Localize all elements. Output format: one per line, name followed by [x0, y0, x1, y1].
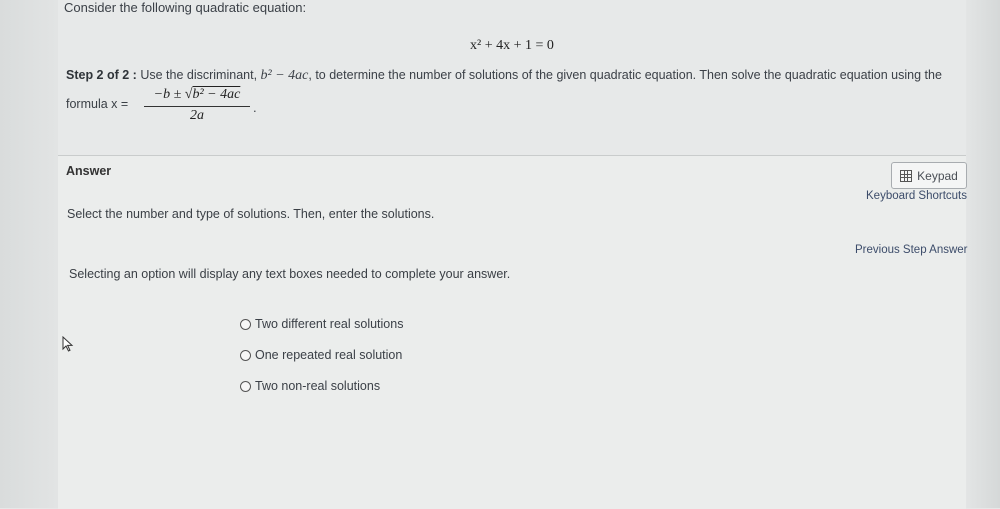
left-margin	[0, 0, 59, 508]
option-one-repeated[interactable]: One repeated real solution	[240, 348, 402, 362]
keypad-icon	[900, 169, 913, 182]
option-label: Two non-real solutions	[255, 379, 381, 393]
quadratic-formula: −b ± √b² − 4ac 2a	[142, 87, 252, 125]
quadratic-equation: x² + 4x + 1 = 0	[470, 38, 554, 53]
answer-note: Selecting an option will display any tex…	[69, 267, 511, 281]
question-prompt: Consider the following quadratic equatio…	[64, 0, 307, 15]
discriminant-expression: b² − 4ac	[260, 68, 309, 83]
mouse-pointer-icon	[62, 336, 74, 352]
step-text-2: , to determine the number of solutions o…	[308, 68, 942, 82]
option-label: One repeated real solution	[255, 348, 403, 362]
radio-button-icon[interactable]	[240, 318, 251, 330]
option-label: Two different real solutions	[255, 317, 404, 331]
answer-instruction: Select the number and type of solutions.…	[67, 207, 435, 221]
radio-button-icon[interactable]	[240, 380, 251, 392]
option-two-nonreal[interactable]: Two non-real solutions	[240, 379, 380, 393]
formula-numerator: −b ± √b² − 4ac	[142, 87, 252, 103]
answer-label: Answer	[66, 164, 112, 178]
keypad-label: Keypad	[917, 168, 958, 183]
radio-button-icon[interactable]	[240, 349, 251, 361]
fraction-bar	[144, 106, 250, 107]
formula-radicand: b² − 4ac	[192, 87, 241, 102]
step-text-1: Use the discriminant,	[140, 68, 258, 82]
keyboard-shortcuts-link[interactable]: Keyboard Shortcuts	[866, 190, 967, 202]
formula-label: formula x =	[66, 97, 129, 111]
formula-denominator: 2a	[190, 108, 204, 123]
right-margin	[965, 0, 1000, 508]
option-two-real[interactable]: Two different real solutions	[240, 317, 403, 331]
keypad-button[interactable]: Keypad	[891, 162, 967, 189]
formula-end: .	[253, 100, 257, 115]
previous-step-answer-link[interactable]: Previous Step Answer	[855, 244, 968, 256]
step-instruction: Step 2 of 2 : Use the discriminant, b² −…	[66, 68, 942, 84]
formula-numerator-prefix: −b ± √	[153, 87, 193, 102]
step-label: Step 2 of 2 :	[66, 68, 137, 82]
